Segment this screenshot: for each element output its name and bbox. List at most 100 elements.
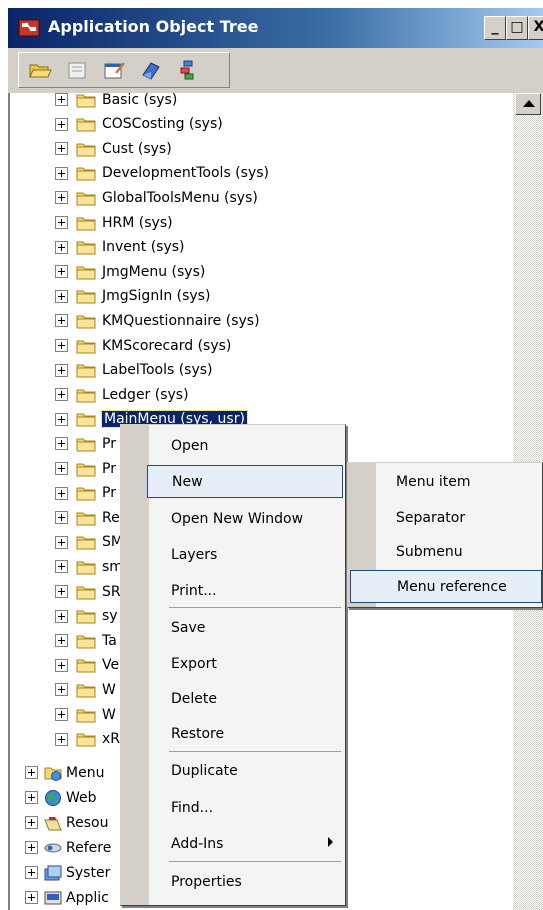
expand-icon[interactable] (55, 314, 68, 328)
expand-icon[interactable] (55, 339, 68, 352)
expand-icon[interactable] (55, 462, 68, 475)
expand-icon[interactable] (55, 511, 68, 525)
expand-icon[interactable] (55, 585, 68, 598)
tree-item-label: Pr (102, 485, 116, 502)
expand-icon[interactable] (55, 117, 68, 131)
expand-icon[interactable] (55, 437, 68, 451)
expand-icon[interactable] (55, 388, 68, 402)
menu-item-export[interactable]: Export (147, 647, 343, 680)
menu-item-save[interactable]: Save (147, 611, 343, 644)
tree-item[interactable]: Cust (sys) (55, 136, 172, 161)
tree-root-item[interactable]: Resou (25, 810, 108, 835)
tree-item[interactable]: GlobalToolsMenu (sys) (55, 185, 258, 210)
tree-root-item[interactable]: Syster (25, 860, 110, 885)
tree-item[interactable]: JmgSignIn (sys) (55, 284, 210, 309)
minimize-button[interactable]: _ (484, 16, 506, 40)
expand-icon[interactable] (55, 486, 68, 500)
folder-icon (76, 287, 96, 305)
expand-icon[interactable] (55, 658, 68, 672)
tree-item[interactable]: HRM (sys) (55, 210, 173, 235)
tree-item[interactable]: KMScorecard (sys) (55, 333, 231, 358)
expand-icon[interactable] (55, 412, 68, 426)
submenu-item-menu-reference[interactable]: Menu reference (350, 570, 542, 603)
menu-item-layers[interactable]: Layers (147, 538, 343, 571)
tree-item[interactable]: SR (55, 579, 121, 604)
expand-icon[interactable] (25, 766, 38, 779)
new-button[interactable] (64, 57, 90, 83)
tree-root-item[interactable]: Menu (25, 760, 104, 785)
compile-button[interactable] (138, 57, 164, 83)
expand-icon[interactable] (55, 708, 68, 721)
expand-icon[interactable] (55, 191, 68, 205)
tree-root-item[interactable]: Web (25, 785, 97, 810)
tree-item[interactable]: COSCosting (sys) (55, 112, 223, 137)
tree-item[interactable]: xR (55, 727, 120, 752)
menu-item-properties[interactable]: Properties (147, 865, 343, 898)
expand-icon[interactable] (55, 265, 68, 279)
expand-icon[interactable] (55, 732, 68, 746)
close-button[interactable]: X (528, 16, 543, 40)
menu-item-restore[interactable]: Restore (147, 717, 343, 750)
tree-item[interactable]: Invent (sys) (55, 235, 185, 260)
tree-root-item[interactable]: Refere (25, 835, 111, 860)
menu-separator (169, 861, 341, 862)
maximize-button[interactable]: □ (506, 16, 528, 40)
properties-button[interactable] (101, 57, 127, 83)
expand-icon[interactable] (55, 560, 68, 574)
expand-icon[interactable] (25, 891, 38, 904)
tree-root-label: Web (66, 789, 97, 806)
tree-item-label: W (102, 681, 116, 698)
menu-item-add-ins[interactable]: Add-Ins (147, 827, 343, 860)
expand-icon[interactable] (55, 166, 68, 180)
tree-item[interactable]: sy (55, 604, 118, 629)
menu-item-open[interactable]: Open (147, 429, 343, 462)
expand-icon[interactable] (25, 816, 38, 829)
tree-item[interactable]: Pr (55, 431, 116, 456)
expand-icon[interactable] (25, 841, 38, 854)
tree-item[interactable]: SM (55, 530, 123, 555)
expand-icon[interactable] (55, 216, 68, 229)
menu-item-duplicate[interactable]: Duplicate (147, 754, 343, 787)
expand-icon[interactable] (55, 289, 68, 303)
tree-item[interactable]: Ve (55, 653, 119, 678)
tree-item[interactable]: W (55, 702, 116, 727)
tree-item[interactable]: Pr (55, 456, 116, 481)
tree-item[interactable]: sm (55, 554, 123, 579)
expand-icon[interactable] (55, 634, 68, 648)
submenu-item-submenu[interactable]: Submenu (350, 535, 542, 568)
menu-item-open-new-window[interactable]: Open New Window (147, 502, 343, 535)
menu-item-find[interactable]: Find... (147, 791, 343, 824)
expand-icon[interactable] (55, 535, 68, 549)
open-folder-button[interactable] (27, 57, 53, 83)
tree-item[interactable]: LabelTools (sys) (55, 358, 213, 383)
expand-icon[interactable] (25, 866, 38, 879)
layers-button[interactable] (175, 57, 201, 83)
new-icon (68, 62, 86, 79)
tree-root-item[interactable]: Applic (25, 885, 109, 910)
expand-icon[interactable] (55, 142, 68, 156)
submenu-item-menu-item[interactable]: Menu item (350, 465, 542, 498)
tree-root-label: Refere (66, 839, 112, 856)
expand-icon[interactable] (55, 240, 68, 254)
expand-icon[interactable] (55, 93, 68, 106)
submenu-item-separator[interactable]: Separator (350, 501, 542, 534)
tree-item[interactable]: Pr (55, 481, 116, 506)
tree-item[interactable]: Ta (55, 628, 117, 653)
tree-item[interactable]: DevelopmentTools (sys) (55, 161, 269, 186)
tree-item[interactable]: Re (55, 505, 120, 530)
layers-icon (180, 60, 194, 80)
tree-item[interactable]: Ledger (sys) (55, 382, 189, 407)
tree-item[interactable]: JmgMenu (sys) (55, 259, 205, 284)
scroll-up-button[interactable] (515, 93, 541, 115)
tree-item[interactable]: KMQuestionnaire (sys) (55, 308, 260, 333)
expand-icon[interactable] (55, 609, 68, 623)
tree-item[interactable]: Basic (sys) (55, 87, 177, 112)
tree-item[interactable]: W (55, 677, 116, 702)
menu-item-new[interactable]: New (147, 465, 343, 498)
menu-item-delete[interactable]: Delete (147, 682, 343, 715)
expand-icon[interactable] (55, 363, 68, 377)
expand-icon[interactable] (25, 791, 38, 804)
tree-item-label: SR (102, 583, 121, 600)
expand-icon[interactable] (55, 683, 68, 697)
menu-item-print[interactable]: Print... (147, 574, 343, 607)
